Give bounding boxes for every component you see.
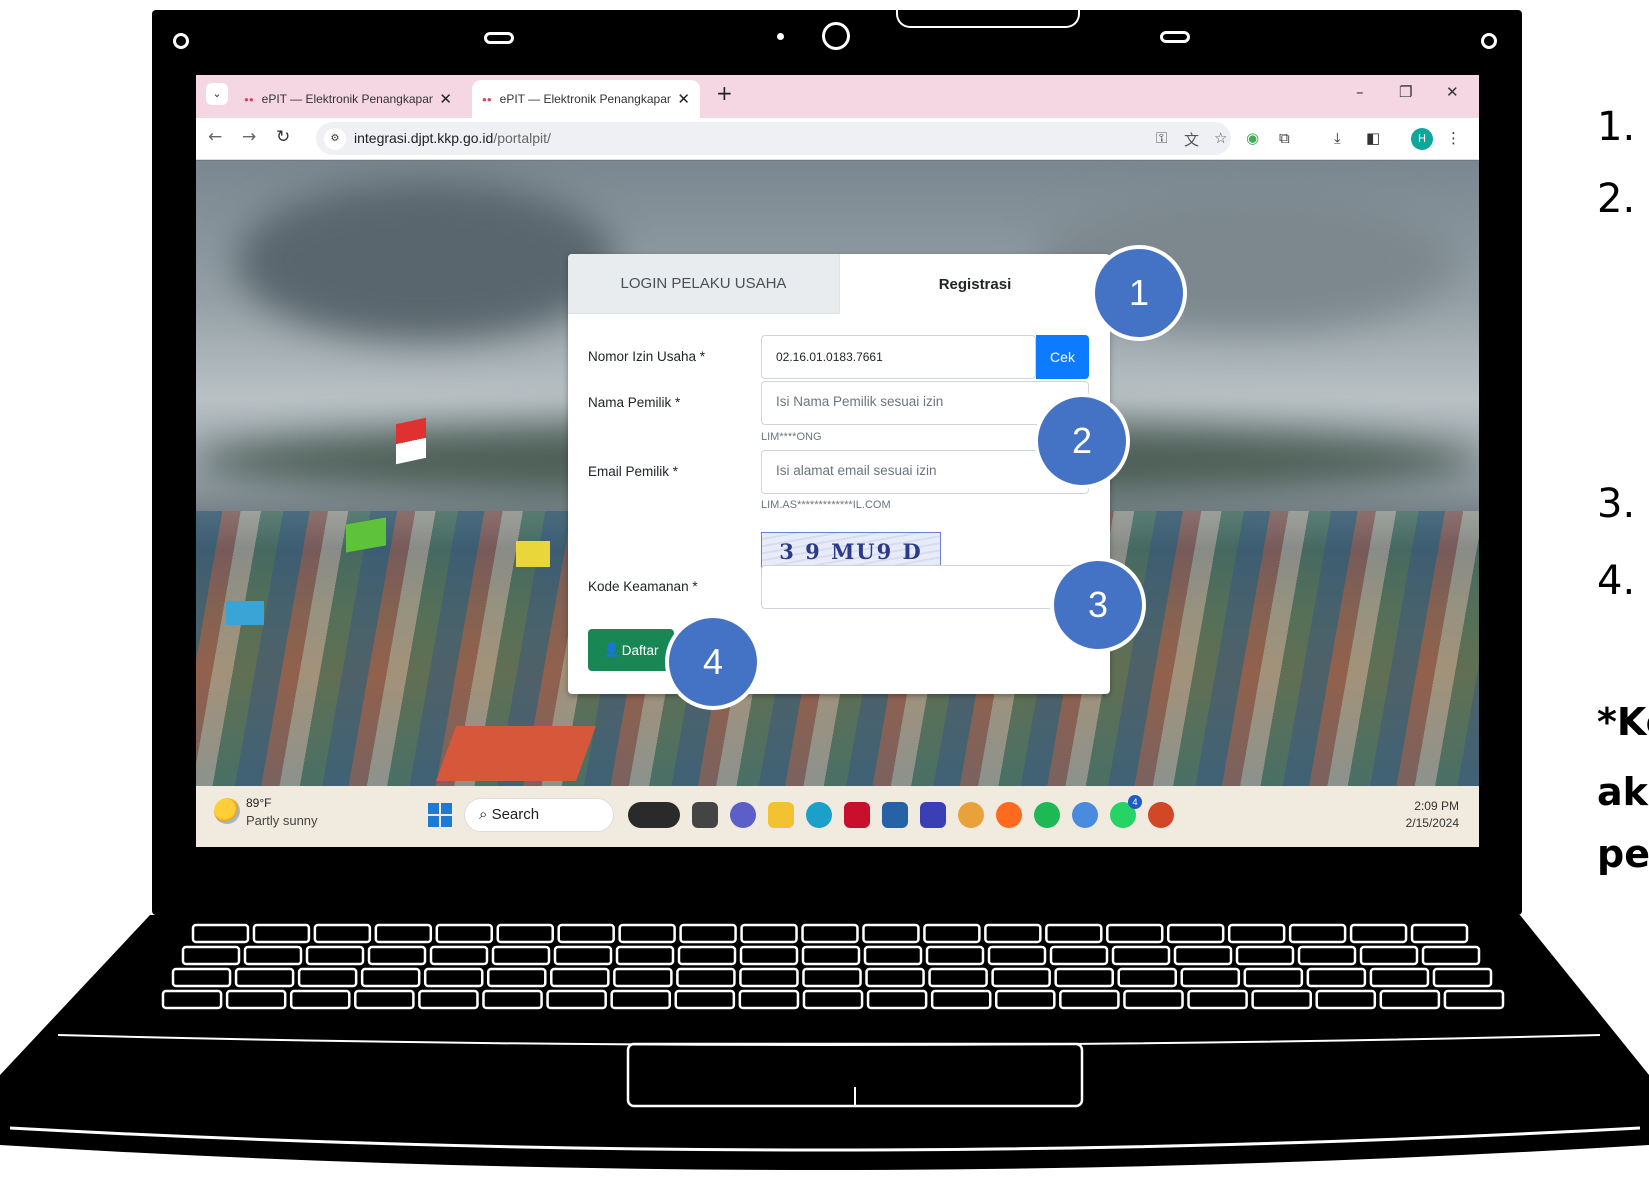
side-list-item-1: 1. (1597, 104, 1636, 150)
tab-registrasi[interactable]: Registrasi (840, 254, 1110, 314)
address-bar[interactable]: ⚙ integrasi.djpt.kkp.go.id/portalpit/ ⚿ … (316, 122, 1231, 155)
owner-name-hint: LIM****ONG (761, 431, 822, 443)
step-marker-2: 2 (1034, 393, 1130, 489)
epit-favicon-icon: ●● (482, 94, 492, 104)
weather-temperature[interactable]: 89°F (246, 796, 271, 810)
bezel-notch (896, 10, 1080, 28)
side-list-item-2: 2. (1597, 176, 1636, 222)
step-marker-1: 1 (1091, 245, 1187, 341)
registration-card: LOGIN PELAKU USAHA Registrasi Nomor Izin… (568, 254, 1110, 694)
security-code-label: Kode Keamanan * (588, 579, 698, 594)
bezel-pill-right (1160, 31, 1190, 43)
sensor-dot (777, 33, 784, 40)
taskbar-search-label: Search (491, 806, 540, 823)
clock-date: 2/15/2024 (1405, 816, 1459, 830)
browser-toolbar: ← → ↻ ⚙ integrasi.djpt.kkp.go.id/portalp… (196, 118, 1479, 160)
pen-app-icon[interactable] (920, 802, 946, 828)
tab-title: ePIT — Elektronik Penangkapan (261, 92, 434, 106)
bezel-dot-right (1481, 33, 1497, 49)
side-list-item-3: 3. (1597, 481, 1636, 527)
chrome-icon[interactable] (958, 802, 984, 828)
tab-title: ePIT — Elektronik Penangkapan (499, 92, 672, 106)
bezel-dot-left (173, 33, 189, 49)
powerpoint-icon[interactable] (1148, 802, 1174, 828)
cloud-shape (236, 181, 616, 341)
tab-2-active[interactable]: ●● ePIT — Elektronik Penangkapan ✕ (472, 80, 700, 118)
taskbar-search-box[interactable]: ⌕ Search (464, 798, 614, 832)
side-note-line-1: *Ke (1597, 700, 1649, 744)
edge-icon[interactable] (806, 802, 832, 828)
menu-kebab-icon[interactable]: ⋮ (1446, 129, 1461, 147)
file-explorer-icon[interactable] (768, 802, 794, 828)
close-tab-icon[interactable]: ✕ (677, 90, 690, 108)
bezel-pill-left (484, 32, 514, 44)
cek-button[interactable]: Cek (1036, 335, 1089, 379)
tab-search-chevron-icon[interactable]: ⌄ (206, 83, 228, 105)
weather-sun-icon[interactable] (214, 798, 240, 824)
tab-bar: ⌄ ●● ePIT — Elektronik Penangkapan ✕ ●● … (196, 75, 1479, 118)
copilot-icon[interactable] (628, 802, 680, 828)
epit-favicon-icon: ●● (244, 94, 254, 104)
url-text[interactable]: integrasi.djpt.kkp.go.id/portalpit/ (354, 130, 551, 146)
windows-taskbar: 89°F Partly sunny ⌕ Search 4 2:09 PM 2/1… (196, 786, 1479, 847)
page-background: LOGIN PELAKU USAHA Registrasi Nomor Izin… (196, 161, 1479, 786)
security-code-input[interactable] (761, 565, 1089, 609)
extensions-puzzle-icon[interactable]: ⧉ (1279, 129, 1290, 147)
side-list-item-4: 4. (1597, 558, 1636, 604)
key-icon[interactable]: ⚿ (1156, 129, 1167, 147)
task-view-icon[interactable] (692, 802, 718, 828)
slide: ⌄ ●● ePIT — Elektronik Penangkapan ✕ ●● … (0, 0, 1649, 1178)
flag-shape (396, 417, 426, 465)
new-tab-button[interactable]: + (716, 81, 733, 105)
weather-description[interactable]: Partly sunny (246, 813, 318, 828)
daftar-label: Daftar (621, 642, 659, 658)
spotify-icon[interactable] (1034, 802, 1060, 828)
chrome-profile-icon[interactable] (1072, 802, 1098, 828)
side-note-line-3: pe (1597, 832, 1649, 876)
system-clock[interactable]: 2:09 PM 2/15/2024 (1406, 798, 1459, 832)
chat-icon[interactable] (730, 802, 756, 828)
profile-avatar[interactable]: H (1411, 128, 1433, 150)
side-note-line-2: ak (1597, 770, 1648, 814)
screen: ⌄ ●● ePIT — Elektronik Penangkapan ✕ ●● … (196, 75, 1479, 847)
firefox-icon[interactable] (996, 802, 1022, 828)
download-icon[interactable]: ⤓ (1334, 129, 1341, 147)
step-marker-3: 3 (1050, 557, 1146, 653)
clock-time: 2:09 PM (1414, 799, 1459, 813)
side-panel-icon[interactable]: ◧ (1366, 129, 1380, 147)
step-marker-4: 4 (665, 614, 761, 710)
back-icon[interactable]: ← (208, 127, 222, 147)
restore-icon[interactable]: ❐ (1399, 83, 1412, 101)
minimize-icon[interactable]: – (1356, 83, 1364, 101)
flag-shape (516, 541, 550, 567)
store-icon[interactable] (882, 802, 908, 828)
owner-email-hint: LIM.AS*************IL.COM (761, 499, 891, 511)
bookmark-star-icon[interactable]: ☆ (1214, 129, 1227, 147)
whatsapp-badge: 4 (1128, 795, 1142, 809)
search-icon: ⌕ (479, 806, 488, 823)
owner-name-label: Nama Pemilik * (588, 395, 681, 410)
translate-icon[interactable]: 文 (1184, 129, 1199, 150)
extension-chat-icon[interactable]: ◉ (1246, 129, 1259, 147)
flag-shape (226, 601, 264, 625)
windows-start-icon[interactable] (428, 803, 452, 827)
nib-input[interactable]: 02.16.01.0183.7661 (761, 335, 1036, 379)
forward-icon[interactable]: → (242, 127, 256, 147)
daftar-button[interactable]: 👤 Daftar (588, 629, 674, 671)
boat-canopy-shape (435, 726, 597, 781)
add-user-icon: 👤 (603, 642, 620, 657)
owner-email-label: Email Pemilik * (588, 464, 679, 479)
nib-label: Nomor Izin Usaha * (588, 349, 706, 364)
tab-1[interactable]: ●● ePIT — Elektronik Penangkapan ✕ (234, 80, 462, 118)
mcafee-icon[interactable] (844, 802, 870, 828)
close-tab-icon[interactable]: ✕ (439, 90, 452, 108)
reload-icon[interactable]: ↻ (276, 127, 290, 147)
webcam-icon (822, 22, 850, 50)
close-window-icon[interactable]: ✕ (1446, 83, 1459, 101)
site-info-icon[interactable]: ⚙ (324, 128, 346, 150)
tab-login[interactable]: LOGIN PELAKU USAHA (568, 254, 840, 314)
